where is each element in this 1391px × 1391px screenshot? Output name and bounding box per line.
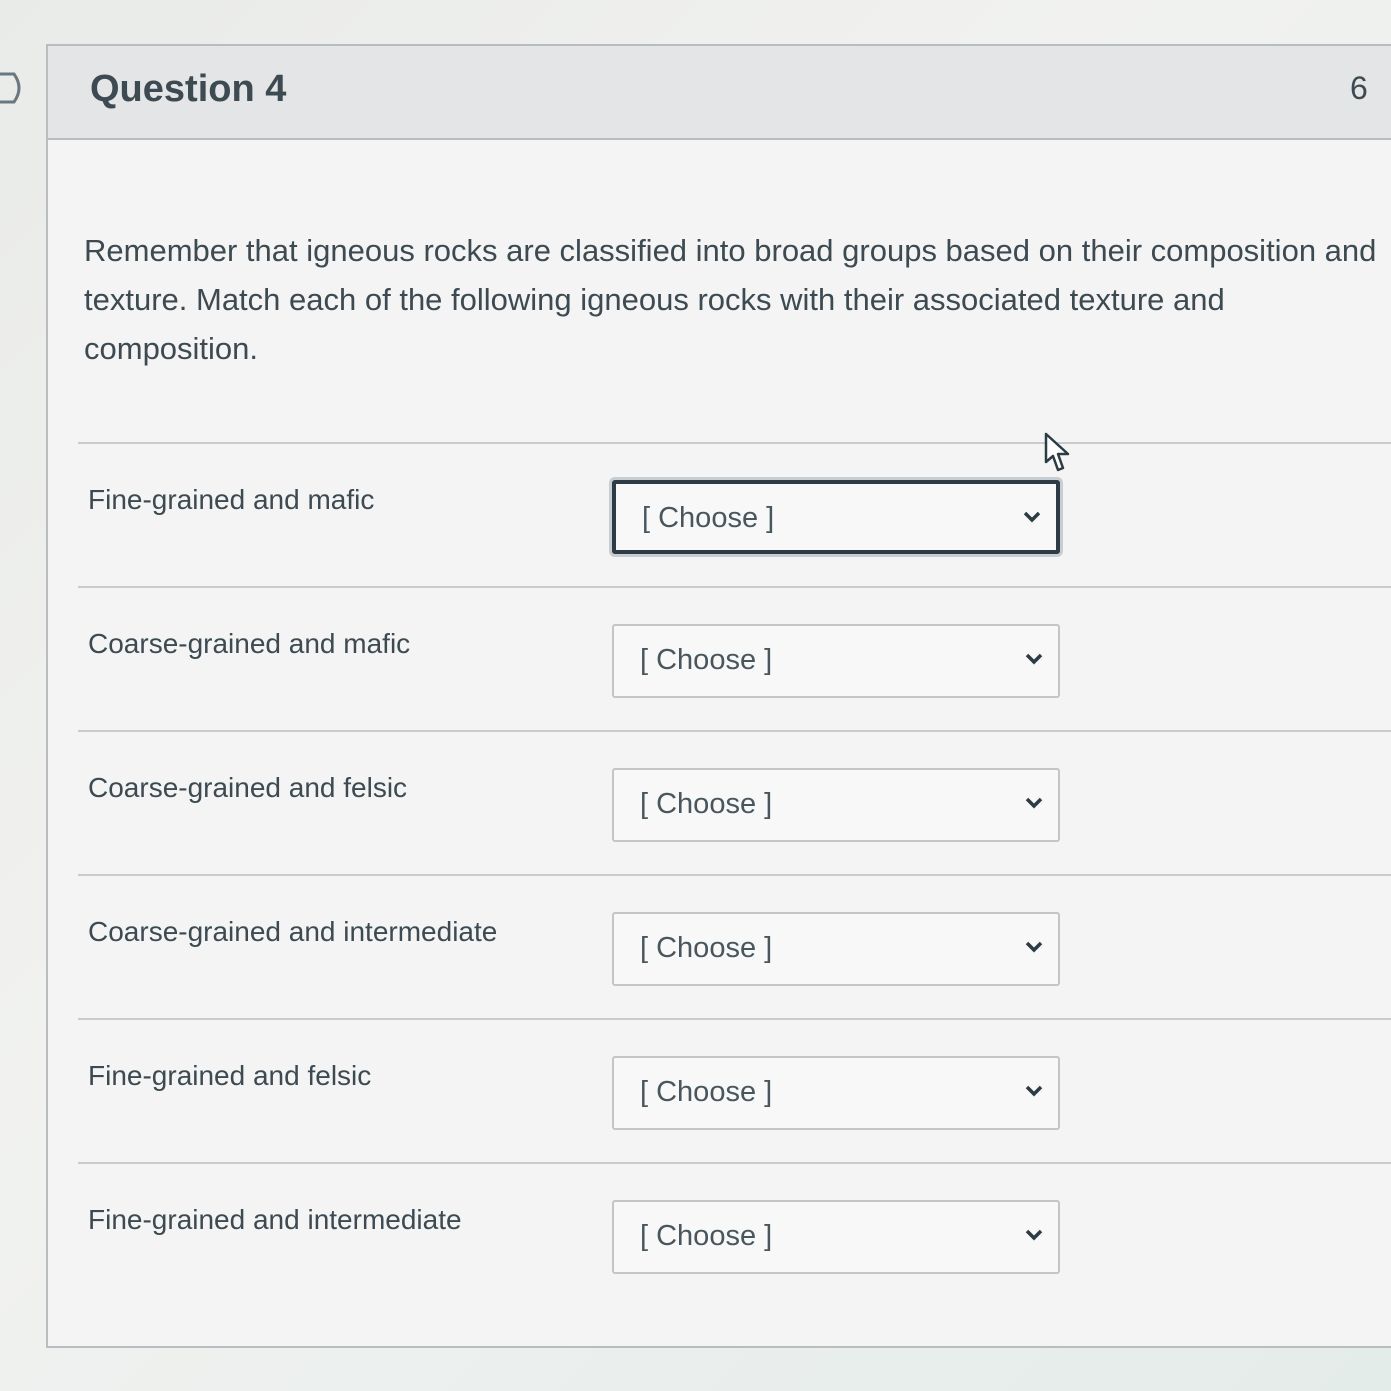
chevron-down-icon <box>1025 941 1043 953</box>
match-label: Fine-grained and intermediate <box>88 1204 462 1235</box>
chevron-down-icon <box>1025 1085 1043 1097</box>
match-label: Fine-grained and felsic <box>88 1060 372 1091</box>
question-card: Question 4 6 Remember that igneous rocks… <box>46 44 1391 1348</box>
match-label: Coarse-grained and intermediate <box>88 916 498 947</box>
select-value: [ Choose ] <box>640 644 773 676</box>
answer-select[interactable]: [ Choose ] <box>612 912 1060 986</box>
select-value: [ Choose ] <box>642 502 775 534</box>
match-label: Coarse-grained and mafic <box>88 628 411 659</box>
quiz-page: Question 4 6 Remember that igneous rocks… <box>0 0 1391 1391</box>
match-row: Coarse-grained and intermediate [ Choose… <box>78 874 1391 1018</box>
select-value: [ Choose ] <box>640 932 773 964</box>
select-value: [ Choose ] <box>640 788 773 820</box>
question-title: Question 4 <box>90 68 287 110</box>
chevron-down-icon <box>1025 797 1043 809</box>
chevron-down-icon <box>1023 511 1041 523</box>
match-row: Fine-grained and felsic [ Choose ] <box>78 1018 1391 1162</box>
answer-select[interactable]: [ Choose ] <box>612 768 1060 842</box>
chevron-down-icon <box>1025 1229 1043 1241</box>
question-header: Question 4 6 <box>48 46 1391 140</box>
match-row: Fine-grained and mafic [ Choose ] <box>78 442 1391 586</box>
mouse-pointer-icon <box>1044 432 1070 472</box>
match-row: Fine-grained and intermediate [ Choose ] <box>78 1162 1391 1306</box>
match-list: Fine-grained and mafic [ Choose ] Coarse… <box>78 442 1391 1306</box>
answer-select[interactable]: [ Choose ] <box>612 480 1060 554</box>
match-row: Coarse-grained and felsic [ Choose ] <box>78 730 1391 874</box>
answer-select[interactable]: [ Choose ] <box>612 1056 1060 1130</box>
select-value: [ Choose ] <box>640 1220 773 1252</box>
chevron-down-icon <box>1025 653 1043 665</box>
match-label: Coarse-grained and felsic <box>88 772 408 803</box>
match-row: Coarse-grained and mafic [ Choose ] <box>78 586 1391 730</box>
match-label: Fine-grained and mafic <box>88 484 375 515</box>
flag-icon[interactable] <box>0 70 26 106</box>
answer-select[interactable]: [ Choose ] <box>612 1200 1060 1274</box>
question-points: 6 <box>1350 70 1368 106</box>
select-value: [ Choose ] <box>640 1076 773 1108</box>
answer-select[interactable]: [ Choose ] <box>612 624 1060 698</box>
question-text: Remember that igneous rocks are classifi… <box>84 233 1377 366</box>
